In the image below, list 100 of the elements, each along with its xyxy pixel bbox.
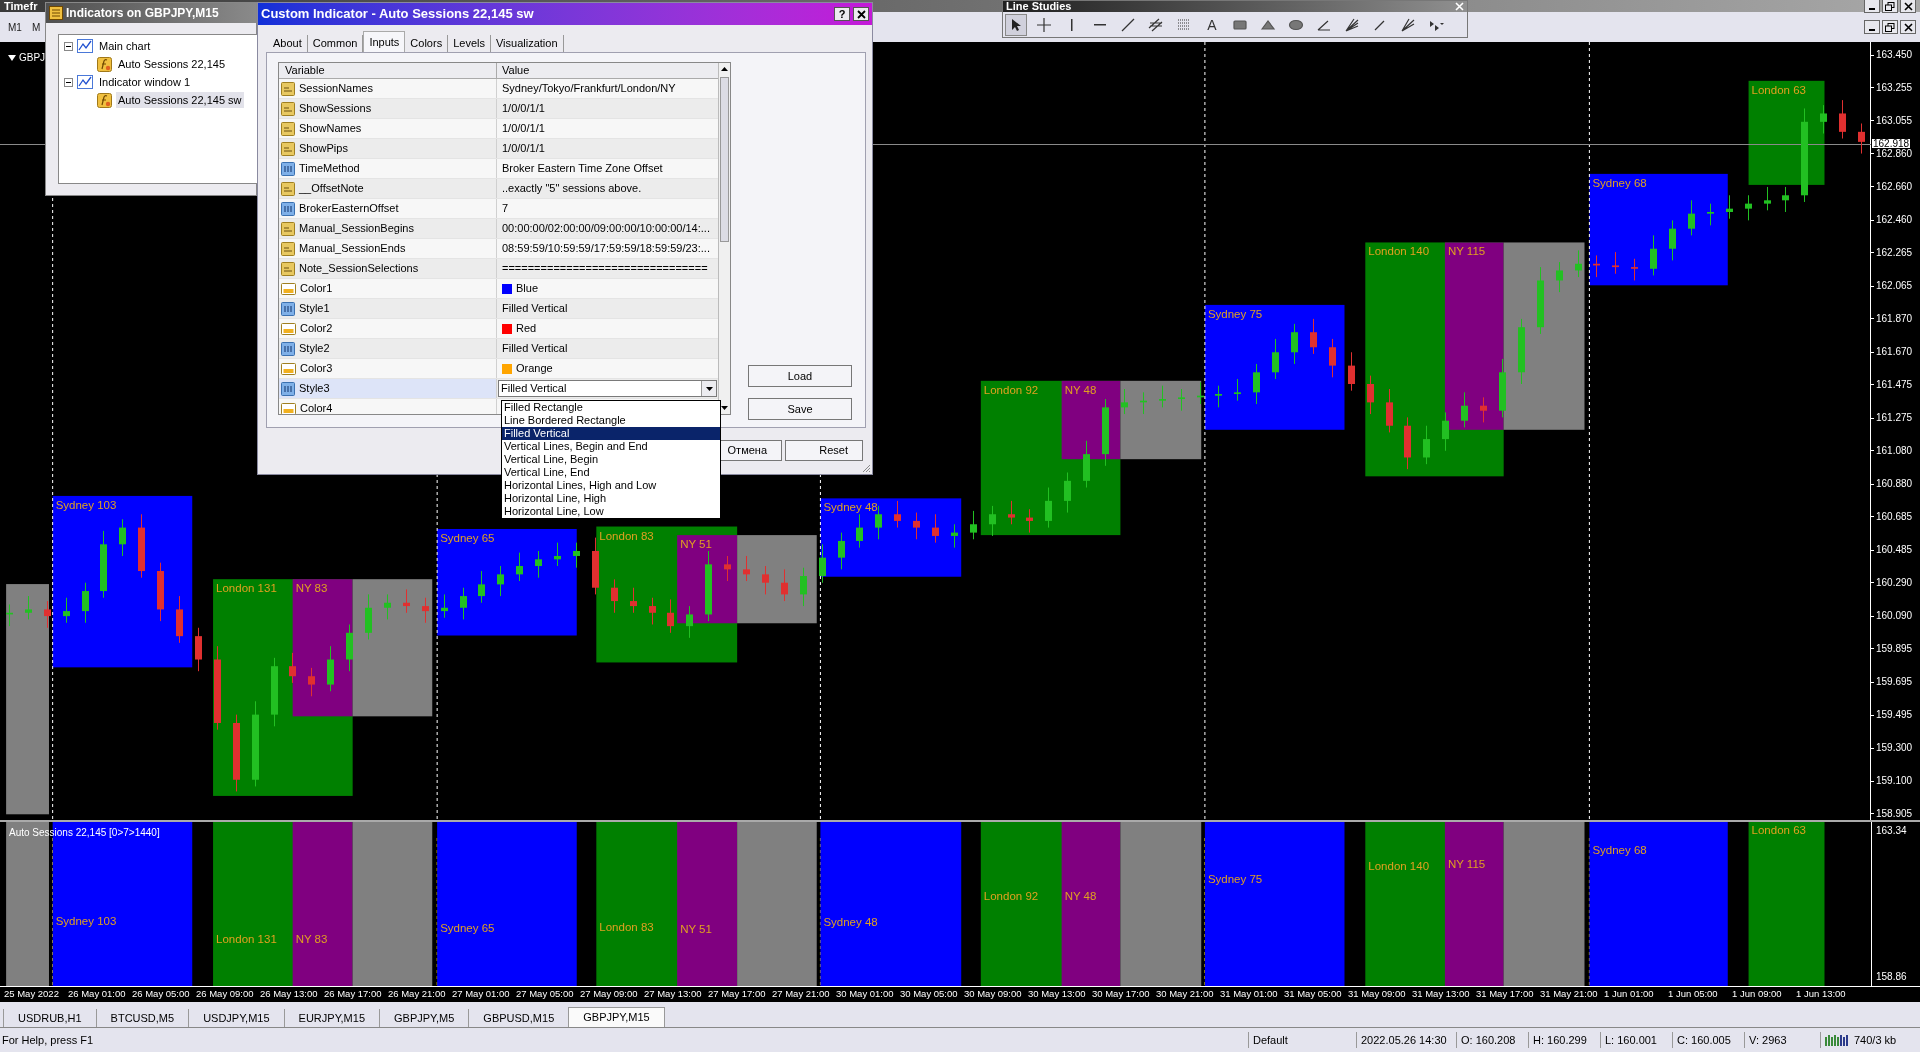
chart-tab[interactable]: GBPJPY,M15 — [568, 1007, 665, 1027]
candle — [573, 542, 580, 569]
dropdown-option[interactable]: Filled Vertical — [502, 427, 720, 440]
value-cell[interactable]: Filled Vertical — [502, 340, 568, 357]
value-cell[interactable]: 1/0/0/1/1 — [502, 140, 545, 157]
candle — [82, 582, 89, 624]
chart-tab[interactable]: GBPJPY,M5 — [379, 1009, 469, 1027]
dropdown-option[interactable]: Filled Rectangle — [502, 401, 720, 414]
string-type-icon — [281, 221, 295, 236]
value-cell[interactable]: 00:00:00/02:00:00/09:00:00/10:00:00/14:... — [502, 220, 710, 237]
variable-cell[interactable]: Color4 — [279, 399, 497, 414]
dropdown-option[interactable]: Vertical Line, End — [502, 466, 720, 479]
variable-cell[interactable]: BrokerEasternOffset — [279, 199, 497, 218]
tree-item[interactable]: Auto Sessions 22,145 sw — [116, 91, 244, 109]
collapse-triangle-icon[interactable] — [8, 54, 16, 61]
variable-cell[interactable]: Style1 — [279, 299, 497, 318]
horizontal-line-icon — [1094, 23, 1106, 26]
collapse-icon[interactable] — [64, 41, 73, 51]
close-icon[interactable] — [1900, 20, 1916, 34]
chart-tab[interactable]: BTCUSD,M5 — [95, 1009, 189, 1027]
time-label: 1 Jun 01:00 — [1604, 987, 1655, 1001]
variable-cell[interactable]: Style3 — [279, 379, 497, 398]
chart-tab[interactable]: USDJPY,M15 — [188, 1009, 284, 1027]
candle — [346, 623, 353, 672]
value-cell[interactable]: Sydney/Tokyo/Frankfurt/London/NY — [502, 80, 676, 97]
candle — [1102, 398, 1109, 467]
help-button[interactable]: ? — [834, 7, 850, 21]
variable-cell[interactable]: ShowPips — [279, 139, 497, 158]
dropdown-option[interactable]: Horizontal Lines, High and Low — [502, 479, 720, 492]
value-cell[interactable]: Filled Vertical — [502, 300, 568, 317]
close-icon[interactable] — [1900, 0, 1916, 13]
time-label: 30 May 21:00 — [1156, 987, 1215, 1001]
drawing-tool-button[interactable]: A — [1201, 13, 1223, 36]
variable-cell[interactable]: __OffsetNote — [279, 179, 497, 198]
value-cell[interactable]: 1/0/0/1/1 — [502, 100, 545, 117]
variable-cell[interactable]: ShowNames — [279, 119, 497, 138]
restore-icon[interactable] — [1882, 20, 1898, 34]
collapse-icon[interactable] — [64, 77, 73, 87]
string-type-icon — [281, 241, 295, 256]
column-header[interactable]: Variable — [279, 63, 497, 78]
style-select[interactable]: Filled Vertical — [498, 380, 717, 397]
value-cell[interactable]: Blue — [516, 280, 539, 297]
tree-item[interactable]: Indicator window 1 — [97, 73, 193, 91]
scroll-thumb[interactable] — [720, 77, 729, 242]
scrollbar[interactable] — [718, 63, 730, 414]
indicator-list-icon — [49, 6, 63, 20]
drawing-tool-button[interactable] — [1005, 13, 1027, 36]
minimize-icon[interactable] — [1864, 20, 1880, 34]
dialog-button[interactable]: Reset — [785, 440, 863, 461]
timeframe-button[interactable]: M1 — [8, 19, 22, 35]
restore-icon[interactable] — [1882, 0, 1898, 13]
candle — [1404, 416, 1411, 470]
candle — [800, 567, 807, 607]
dialog-button[interactable]: Load — [748, 365, 852, 387]
session-label: NY 48 — [1064, 890, 1097, 903]
close-icon[interactable] — [853, 7, 869, 21]
minimize-icon[interactable] — [1864, 0, 1880, 13]
variable-cell[interactable]: Color1 — [279, 279, 497, 298]
column-header[interactable]: Value — [497, 63, 718, 78]
value-cell[interactable]: Orange — [516, 360, 553, 377]
dropdown-option[interactable]: Horizontal Line, High — [502, 492, 720, 505]
time-label: 27 May 09:00 — [580, 987, 639, 1001]
value-cell[interactable]: ..exactly "5" sessions above. — [502, 180, 642, 197]
chart-tab[interactable]: EURJPY,M15 — [283, 1009, 379, 1027]
indicator-icon — [97, 92, 112, 108]
variable-cell[interactable]: TimeMethod — [279, 159, 497, 178]
variable-cell[interactable]: Manual_SessionBegins — [279, 219, 497, 238]
value-cell[interactable]: ================================ — [502, 260, 708, 277]
variable-cell[interactable]: Note_SessionSelections — [279, 259, 497, 278]
chart-tab[interactable]: USDRUB,H1 — [3, 1009, 96, 1027]
candle — [1480, 396, 1487, 423]
candle — [611, 578, 618, 614]
candle — [365, 593, 372, 640]
candle — [384, 593, 391, 620]
price-label: 159.495 — [1876, 710, 1913, 721]
value-cell[interactable]: 1/0/0/1/1 — [502, 120, 545, 137]
candle — [157, 562, 164, 622]
session-label: NY 115 — [1447, 858, 1486, 871]
variable-cell[interactable]: Style2 — [279, 339, 497, 358]
resize-grip-icon[interactable] — [861, 463, 871, 473]
tree-item[interactable]: Auto Sessions 22,145 — [116, 55, 228, 73]
string-type-icon — [281, 141, 295, 156]
dropdown-option[interactable]: Horizontal Line, Low — [502, 505, 720, 518]
value-cell[interactable]: Red — [516, 320, 537, 337]
value-cell[interactable]: 08:59:59/10:59:59/17:59:59/18:59:59/23:... — [502, 240, 710, 257]
chart-icon — [77, 75, 93, 89]
dialog-tab[interactable]: Inputs — [363, 31, 406, 52]
dialog-button[interactable]: Save — [748, 398, 852, 420]
variable-cell[interactable]: ShowSessions — [279, 99, 497, 118]
timeframe-button[interactable]: M — [31, 19, 41, 35]
variable-cell[interactable]: SessionNames — [279, 79, 497, 98]
dropdown-option[interactable]: Line Bordered Rectangle — [502, 414, 720, 427]
toolbar-title: Timefr — [4, 0, 38, 12]
tree-item[interactable]: Main chart — [97, 37, 153, 55]
variable-cell[interactable]: Color3 — [279, 359, 497, 378]
variable-cell[interactable]: Manual_SessionEnds — [279, 239, 497, 258]
price-label: 160.090 — [1876, 611, 1913, 622]
value-cell[interactable]: 7 — [502, 200, 509, 217]
value-cell[interactable]: Broker Eastern Time Zone Offset — [502, 160, 663, 177]
variable-cell[interactable]: Color2 — [279, 319, 497, 338]
